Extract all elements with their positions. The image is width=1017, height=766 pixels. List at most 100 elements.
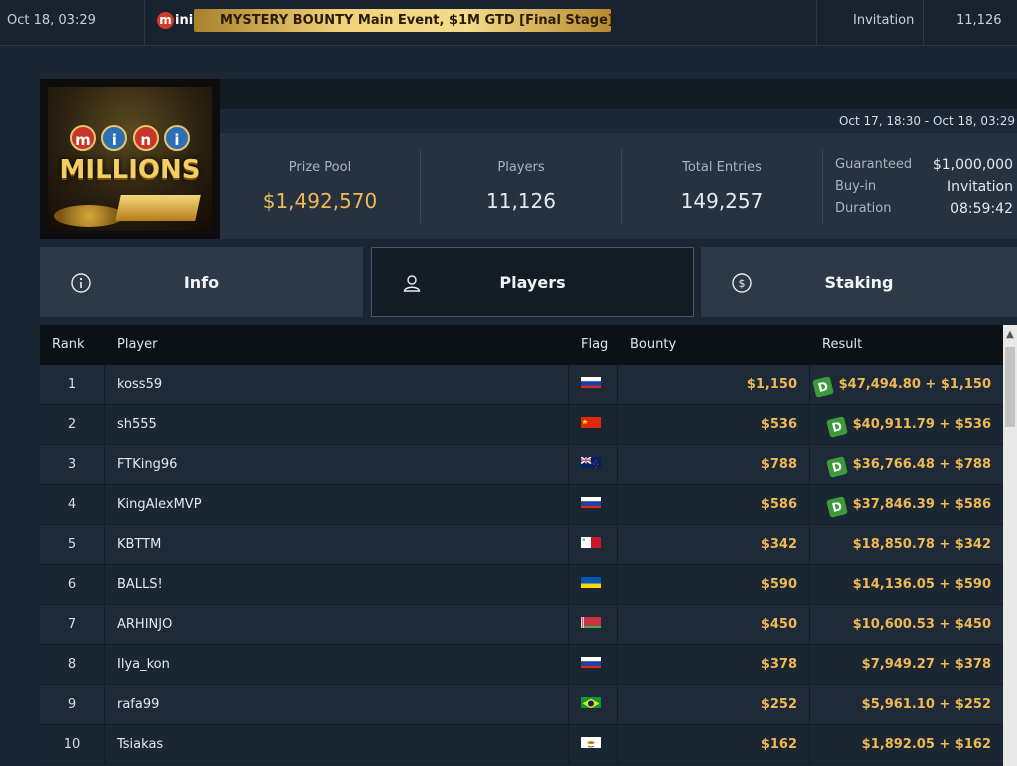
cell-rank: 7 <box>40 605 105 645</box>
column-result[interactable]: Result <box>822 337 862 352</box>
result-value: $37,846.39 + $586 <box>852 497 991 512</box>
cell-bounty: $788 <box>618 445 810 485</box>
result-value: $18,850.78 + $342 <box>852 537 991 552</box>
result-value: $47,494.80 + $1,150 <box>838 377 991 392</box>
cell-bounty: $590 <box>618 565 810 605</box>
flag-belarus-icon <box>581 615 601 628</box>
flag-russia-icon <box>581 375 601 388</box>
stat-entries: Total Entries 149,257 <box>622 133 822 239</box>
table-row[interactable]: 4 KingAlexMVP $586 D $37,846.39 + $586 <box>40 485 1003 525</box>
cell-rank: 8 <box>40 645 105 685</box>
cell-flag <box>569 485 618 525</box>
flag-brazil-icon <box>581 695 601 708</box>
table-row[interactable]: 6 BALLS! $590 $14,136.05 + $590 <box>40 565 1003 605</box>
row-count: 11,126 <box>956 13 1002 28</box>
cell-flag <box>569 445 618 485</box>
cell-bounty: $536 <box>618 405 810 445</box>
cell-player[interactable]: Tsiakas <box>105 725 569 765</box>
cell-result: D $36,766.48 + $788 <box>810 445 1003 485</box>
flag-ukraine-icon <box>581 575 601 588</box>
result-value: $10,600.53 + $450 <box>852 617 991 632</box>
flag-new-zealand-icon <box>581 455 601 468</box>
tab-staking[interactable]: $ Staking <box>701 247 1017 317</box>
cell-flag <box>569 605 618 645</box>
flag-cyprus-icon <box>581 735 601 748</box>
result-value: $7,949.27 + $378 <box>861 657 991 672</box>
gold-bar-icon <box>115 195 201 221</box>
cell-flag <box>569 645 618 685</box>
stat-value: $1,492,570 <box>262 189 378 213</box>
table-row[interactable]: 5 KBTTM $342 $18,850.78 + $342 <box>40 525 1003 565</box>
payout-badge-icon: D <box>825 416 848 438</box>
flag-russia-icon <box>581 655 601 668</box>
divider <box>822 149 823 223</box>
cell-result: D $37,846.39 + $586 <box>810 485 1003 525</box>
logo-millions-text: MILLIONS <box>59 155 201 185</box>
cell-result: $10,600.53 + $450 <box>810 605 1003 645</box>
table-row[interactable]: 9 rafa99 $252 $5,961.10 + $252 <box>40 685 1003 725</box>
cell-rank: 3 <box>40 445 105 485</box>
cell-player[interactable]: BALLS! <box>105 565 569 605</box>
stat-value: 11,126 <box>486 189 556 213</box>
tournament-banner[interactable]: mminiini MYSTERY BOUNTY Main Event, $1M … <box>157 6 614 33</box>
cell-bounty: $252 <box>618 685 810 725</box>
tab-info[interactable]: Info <box>40 247 363 317</box>
cell-player[interactable]: KBTTM <box>105 525 569 565</box>
flag-malta-icon <box>581 535 601 548</box>
tab-label: Staking <box>824 273 894 292</box>
stat-players: Players 11,126 <box>421 133 621 239</box>
cell-flag <box>569 365 618 405</box>
header-strip <box>220 79 1017 109</box>
result-value: $14,136.05 + $590 <box>852 577 991 592</box>
payout-badge-icon: D <box>825 456 848 478</box>
scroll-up-icon[interactable]: ▲ <box>1003 325 1017 345</box>
cell-rank: 2 <box>40 405 105 445</box>
tab-players[interactable]: Players <box>371 247 694 317</box>
row-type: Invitation <box>853 13 915 28</box>
table-row[interactable]: 10 Tsiakas $162 $1,892.05 + $162 <box>40 725 1003 765</box>
column-rank[interactable]: Rank <box>52 337 84 352</box>
cell-rank: 5 <box>40 525 105 565</box>
column-player[interactable]: Player <box>117 337 157 352</box>
detail-label: Buy-in <box>835 179 877 194</box>
date-range-bar: Oct 17, 18:30 - Oct 18, 03:29 <box>220 109 1017 133</box>
cell-rank: 6 <box>40 565 105 605</box>
scroll-thumb[interactable] <box>1005 347 1015 427</box>
cell-player[interactable]: KingAlexMVP <box>105 485 569 525</box>
cell-player[interactable]: sh555 <box>105 405 569 445</box>
cell-flag <box>569 405 618 445</box>
result-value: $1,892.05 + $162 <box>861 737 991 752</box>
cell-player[interactable]: FTKing96 <box>105 445 569 485</box>
detail-value: $1,000,000 <box>932 157 1013 173</box>
cell-result: D $47,494.80 + $1,150 <box>810 365 1003 405</box>
table-row[interactable]: 7 ARHINJO $450 $10,600.53 + $450 <box>40 605 1003 645</box>
scrollbar[interactable]: ▲ <box>1003 325 1017 766</box>
cell-player[interactable]: Ilya_kon <box>105 645 569 685</box>
column-flag[interactable]: Flag <box>581 337 608 352</box>
table-row[interactable]: 3 FTKing96 $788 D $36,766.48 + $788 <box>40 445 1003 485</box>
table-row[interactable]: 2 sh555 $536 D $40,911.79 + $536 <box>40 405 1003 445</box>
stats-panel: Prize Pool $1,492,570 Players 11,126 Tot… <box>220 133 1017 239</box>
tab-label: Info <box>183 273 220 292</box>
stat-value: 149,257 <box>680 189 764 213</box>
logo-ball-i: i <box>101 125 128 151</box>
payout-badge-icon: D <box>825 496 848 518</box>
tournament-list-row[interactable]: Oct 18, 03:29 mminiini MYSTERY BOUNTY Ma… <box>0 0 1017 46</box>
cell-player[interactable]: rafa99 <box>105 685 569 725</box>
flag-russia-icon <box>581 495 601 508</box>
stat-label: Total Entries <box>682 160 762 175</box>
table-row[interactable]: 1 koss59 $1,150 D $47,494.80 + $1,150 <box>40 365 1003 405</box>
detail-label: Duration <box>835 201 892 216</box>
flag-china-icon <box>581 415 601 428</box>
table-row[interactable]: 8 Ilya_kon $378 $7,949.27 + $378 <box>40 645 1003 685</box>
cell-result: $7,949.27 + $378 <box>810 645 1003 685</box>
column-bounty[interactable]: Bounty <box>630 337 676 352</box>
date-range: Oct 17, 18:30 - Oct 18, 03:29 <box>838 114 1015 128</box>
cell-player[interactable]: ARHINJO <box>105 605 569 645</box>
players-table: Rank Player Flag Bounty Result 1 koss59 $1… <box>40 325 1003 766</box>
table-header: Rank Player Flag Bounty Result <box>40 325 1003 365</box>
cell-result: $5,961.10 + $252 <box>810 685 1003 725</box>
cell-player[interactable]: koss59 <box>105 365 569 405</box>
cell-result: $18,850.78 + $342 <box>810 525 1003 565</box>
stat-label: Prize Pool <box>288 160 352 175</box>
